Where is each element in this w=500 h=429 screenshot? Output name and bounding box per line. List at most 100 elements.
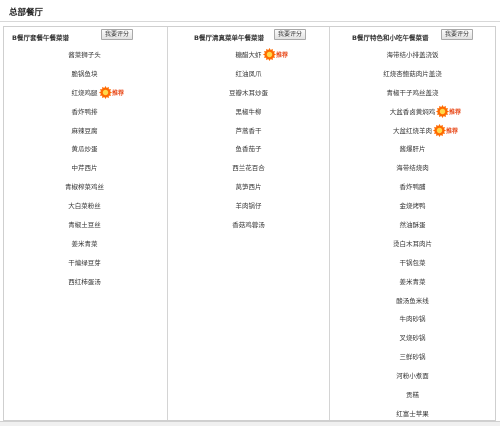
dish-name[interactable]: 酱爆肝片 [330, 145, 495, 154]
dish-name[interactable]: 香炸鸭脯 [330, 183, 495, 192]
column-header: B餐厅套餐午餐菜谱 我要评分 [4, 27, 165, 43]
dish-item: 香菇鸡蓉汤 [168, 221, 329, 240]
dish-name[interactable]: 鱼香茄子 [168, 145, 329, 154]
dish-name[interactable]: 香炸鸭排 [4, 108, 165, 117]
dish-name[interactable]: 大盆香卤黄焖鸡 [330, 108, 495, 117]
rate-button[interactable]: 我要评分 [274, 29, 307, 40]
dish-name[interactable]: 然油酥蛋 [330, 221, 495, 230]
dish-name[interactable]: 红油凤爪 [168, 70, 329, 79]
dish-item: 贡糕 [330, 391, 495, 410]
dish-item: 中芹西片 [4, 164, 165, 183]
dish-item: 黄瓜炒蛋 [4, 145, 165, 164]
dish-name[interactable]: 芦蒿香干 [168, 127, 329, 136]
dish-name[interactable]: 海带结烧肉 [330, 164, 495, 173]
dish-name[interactable]: 姜米青菜 [4, 240, 165, 249]
dish-item: 羊肉锅仔 [168, 202, 329, 221]
dish-list: 酱菜狮子头 脆锅鱼块 红烧鸡腿 推荐 香炸鸭排 麻辣豆腐 黄瓜炒蛋 中芹西片 青椒榨菜鸡丝 大白菜… [4, 51, 165, 297]
recommend-icon [433, 123, 446, 137]
menu-column: B餐厅套餐午餐菜谱 我要评分 酱菜狮子头 脆锅鱼块 红烧鸡腿 推荐 香炸鸭排 麻辣豆腐 黄瓜… [4, 27, 165, 420]
dish-name[interactable]: 莴笋西片 [168, 183, 329, 192]
dish-name[interactable]: 西兰花百合 [168, 164, 329, 173]
recommend-icon [436, 104, 449, 118]
dish-name[interactable]: 青椒榨菜鸡丝 [4, 183, 165, 192]
dish-item: 大盆红烧羊肉 推荐 [330, 123, 495, 146]
dish-name[interactable]: 大盆红烧羊肉 [330, 127, 495, 136]
dish-name[interactable]: 青椒土豆丝 [4, 221, 165, 230]
dish-name[interactable]: 金烧烤鸭 [330, 202, 495, 211]
dish-name[interactable]: 羊肉锅仔 [168, 202, 329, 211]
rate-button[interactable]: 我要评分 [101, 29, 134, 40]
dish-item: 姜米青菜 [330, 278, 495, 297]
dish-name[interactable]: 红烧杏鲍菇肉片盖浇 [330, 70, 495, 79]
dish-item: 大白菜粉丝 [4, 202, 165, 221]
dish-list: 海带结小排盖浇饭 红烧杏鲍菇肉片盖浇 青椒干子鸡丝盖浇 大盆香卤黄焖鸡 推荐 大盆红烧羊肉… [330, 51, 495, 429]
column-title: B餐厅特色和小吃午餐菜谱 [352, 34, 429, 42]
dish-name[interactable]: 大白菜粉丝 [4, 202, 165, 211]
column-header: B餐厅特色和小吃午餐菜谱 我要评分 [330, 27, 495, 43]
dish-name[interactable]: 麻辣豆腐 [4, 127, 165, 136]
dish-name[interactable]: 河粉小煮面 [330, 372, 495, 381]
dish-item: 海带结烧肉 [330, 164, 495, 183]
dish-name[interactable]: 牛肉砂锅 [330, 315, 495, 324]
dish-item: 青椒干子鸡丝盖浇 [330, 89, 495, 108]
dish-name[interactable]: 酱菜狮子头 [4, 51, 165, 60]
dish-name[interactable]: 贡糕 [330, 391, 495, 400]
title-divider [0, 21, 500, 22]
dish-name[interactable]: 干锅包菜 [330, 259, 495, 268]
recommend-icon [99, 85, 112, 99]
dish-name[interactable]: 红富士苹果 [330, 410, 495, 419]
dish-item: 红烧鸡腿 推荐 [4, 85, 165, 108]
dish-name[interactable]: 豆瓣木耳炒蛋 [168, 89, 329, 98]
recommend-label: 推荐 [449, 108, 462, 116]
menu-panel: B餐厅套餐午餐菜谱 我要评分 酱菜狮子头 脆锅鱼块 红烧鸡腿 推荐 香炸鸭排 麻辣豆腐 黄瓜… [3, 26, 496, 421]
dish-item: 西兰花百合 [168, 164, 329, 183]
dish-item: 香炸鸭排 [4, 108, 165, 127]
dish-item: 海带结小排盖浇饭 [330, 51, 495, 70]
dish-item: 鱼香茄子 [168, 145, 329, 164]
dish-name[interactable]: 脆锅鱼块 [4, 70, 165, 79]
dish-item: 烫白木耳肉片 [330, 240, 495, 259]
column-header: B餐厅清真菜单午餐菜谱 我要评分 [168, 27, 329, 43]
dish-item: 三鲜砂锅 [330, 353, 495, 372]
horizontal-scrollbar[interactable] [0, 421, 500, 426]
dish-name[interactable]: 红烧鸡腿 [4, 89, 165, 98]
dish-item: 青椒榨菜鸡丝 [4, 183, 165, 202]
dish-item: 酱爆肝片 [330, 145, 495, 164]
dish-item: 脆锅鱼块 [4, 70, 165, 89]
recommend-icon [263, 48, 276, 61]
dish-name[interactable]: 海带结小排盖浇饭 [330, 51, 495, 60]
dish-item: 西红柿蛋汤 [4, 278, 165, 297]
page-title: 总部餐厅 [9, 8, 44, 18]
dish-item: 叉烧砂锅 [330, 334, 495, 353]
dish-name[interactable]: 西红柿蛋汤 [4, 278, 165, 287]
dish-name[interactable]: 干煸绿豆芽 [4, 259, 165, 268]
dish-name[interactable]: 酸汤鱼米线 [330, 297, 495, 306]
dish-item: 香炸鸭脯 [330, 183, 495, 202]
dish-name[interactable]: 中芹西片 [4, 164, 165, 173]
dish-item: 红烧杏鲍菇肉片盖浇 [330, 70, 495, 89]
dish-item: 红油凤爪 [168, 70, 329, 89]
dish-name[interactable]: 黄瓜炒蛋 [4, 145, 165, 154]
recommend-label: 推荐 [446, 127, 459, 135]
menu-column: B餐厅清真菜单午餐菜谱 我要评分 糖醋大虾 推荐 红油凤爪 豆瓣木耳炒蛋 黑椒牛柳 芦蒿香… [167, 27, 330, 420]
dish-item: 姜米青菜 [4, 240, 165, 259]
dish-name[interactable]: 三鲜砂锅 [330, 353, 495, 362]
dish-name[interactable]: 黑椒牛柳 [168, 108, 329, 117]
recommend-label: 推荐 [276, 52, 289, 59]
recommend-label: 推荐 [112, 89, 125, 97]
dish-name[interactable]: 香菇鸡蓉汤 [168, 221, 329, 230]
dish-name[interactable]: 烫白木耳肉片 [330, 240, 495, 249]
dish-item: 芦蒿香干 [168, 127, 329, 146]
dish-name[interactable]: 姜米青菜 [330, 278, 495, 287]
dish-item: 金烧烤鸭 [330, 202, 495, 221]
dish-item: 酸汤鱼米线 [330, 297, 495, 316]
dish-name[interactable]: 糖醋大虾 [168, 51, 329, 60]
dish-name[interactable]: 叉烧砂锅 [330, 334, 495, 343]
dish-name[interactable]: 青椒干子鸡丝盖浇 [330, 89, 495, 98]
dish-item: 糖醋大虾 推荐 [168, 48, 329, 70]
dish-item: 黑椒牛柳 [168, 108, 329, 127]
dish-item: 莴笋西片 [168, 183, 329, 202]
dish-item: 麻辣豆腐 [4, 127, 165, 146]
menu-column: B餐厅特色和小吃午餐菜谱 我要评分 海带结小排盖浇饭 红烧杏鲍菇肉片盖浇 青椒干子鸡… [330, 27, 495, 420]
rate-button[interactable]: 我要评分 [441, 29, 474, 40]
